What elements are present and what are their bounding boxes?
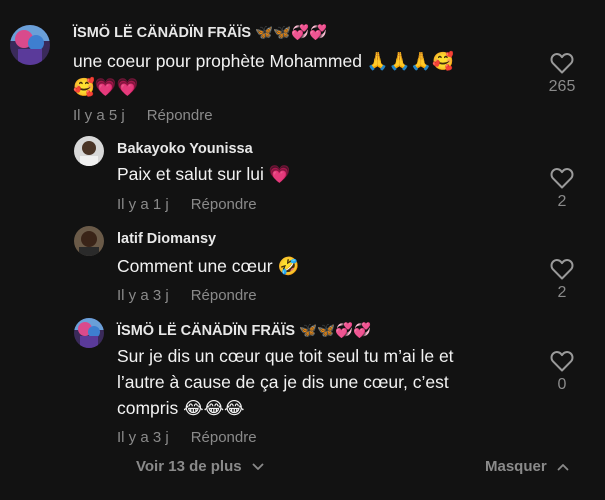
heart-outline-icon — [550, 53, 574, 74]
comment-meta: Il y a 3 j Répondre — [117, 287, 257, 304]
hide-label: Masquer — [485, 458, 547, 475]
comment-author[interactable]: latif Diomansy — [117, 231, 216, 247]
comment-author[interactable]: ÏSMÖ LË CÄNÄDÏN FRÄÏS 🦋🦋💞💞 — [117, 322, 371, 339]
comment-timestamp: Il y a 3 j — [117, 287, 169, 304]
comment-timestamp: Il y a 3 j — [117, 429, 169, 446]
chevron-up-icon — [557, 464, 569, 471]
like-count: 0 — [557, 376, 567, 393]
reply-button[interactable]: Répondre — [147, 107, 213, 124]
reply-button[interactable]: Répondre — [191, 429, 257, 446]
comment-meta: Il y a 3 j Répondre — [117, 429, 257, 446]
comment-author[interactable]: ÏSMÖ LË CÄNÄDÏN FRÄÏS 🦋🦋💞💞 — [73, 24, 327, 41]
view-more-label: Voir 13 de plus — [136, 458, 242, 475]
like-count: 2 — [557, 193, 567, 210]
like-button[interactable]: 2 — [542, 167, 582, 211]
reply-button[interactable]: Répondre — [191, 287, 257, 304]
comment-meta: Il y a 5 j Répondre — [73, 107, 213, 124]
chevron-down-icon — [252, 463, 264, 470]
avatar[interactable] — [74, 226, 104, 256]
comment-text-line: Paix et salut sur lui 💗 — [117, 164, 291, 184]
comment-author[interactable]: Bakayoko Younissa — [117, 141, 253, 157]
comment-text-line: compris 😂😂😂 — [117, 398, 245, 418]
comment-text-line: Sur je dis un cœur que toit seul tu m’ai… — [117, 346, 454, 366]
comment-text-line: Comment une cœur 🤣 — [117, 256, 300, 276]
like-button[interactable]: 0 — [542, 350, 582, 394]
hide-replies-button[interactable]: Masquer — [485, 458, 569, 475]
reply-button[interactable]: Répondre — [191, 196, 257, 213]
like-button[interactable]: 265 — [542, 52, 582, 96]
view-more-replies-button[interactable]: Voir 13 de plus — [136, 458, 264, 475]
comment-text-line: une coeur pour prophète Mohammed 🙏🙏🙏🥰 — [73, 51, 454, 71]
like-count: 2 — [557, 284, 567, 301]
comment-text-line: l’autre à cause de ça je dis une cœur, c… — [117, 372, 449, 392]
comment-timestamp: Il y a 5 j — [73, 107, 125, 124]
comment-text: Sur je dis un cœur que toit seul tu m’ai… — [117, 343, 537, 421]
avatar[interactable] — [10, 25, 50, 65]
like-button[interactable]: 2 — [542, 258, 582, 302]
avatar[interactable] — [74, 318, 104, 348]
comment-text-line: 🥰💗💗 — [73, 77, 139, 97]
comment-timestamp: Il y a 1 j — [117, 196, 169, 213]
heart-outline-icon — [550, 351, 574, 372]
heart-outline-icon — [550, 259, 574, 280]
comment-text: Paix et salut sur lui 💗 — [117, 161, 537, 187]
heart-outline-icon — [550, 168, 574, 189]
like-count: 265 — [548, 78, 576, 95]
avatar[interactable] — [74, 136, 104, 166]
comment-text: une coeur pour prophète Mohammed 🙏🙏🙏🥰 🥰💗… — [73, 48, 533, 100]
comment-meta: Il y a 1 j Répondre — [117, 196, 257, 213]
comment-text: Comment une cœur 🤣 — [117, 253, 537, 279]
